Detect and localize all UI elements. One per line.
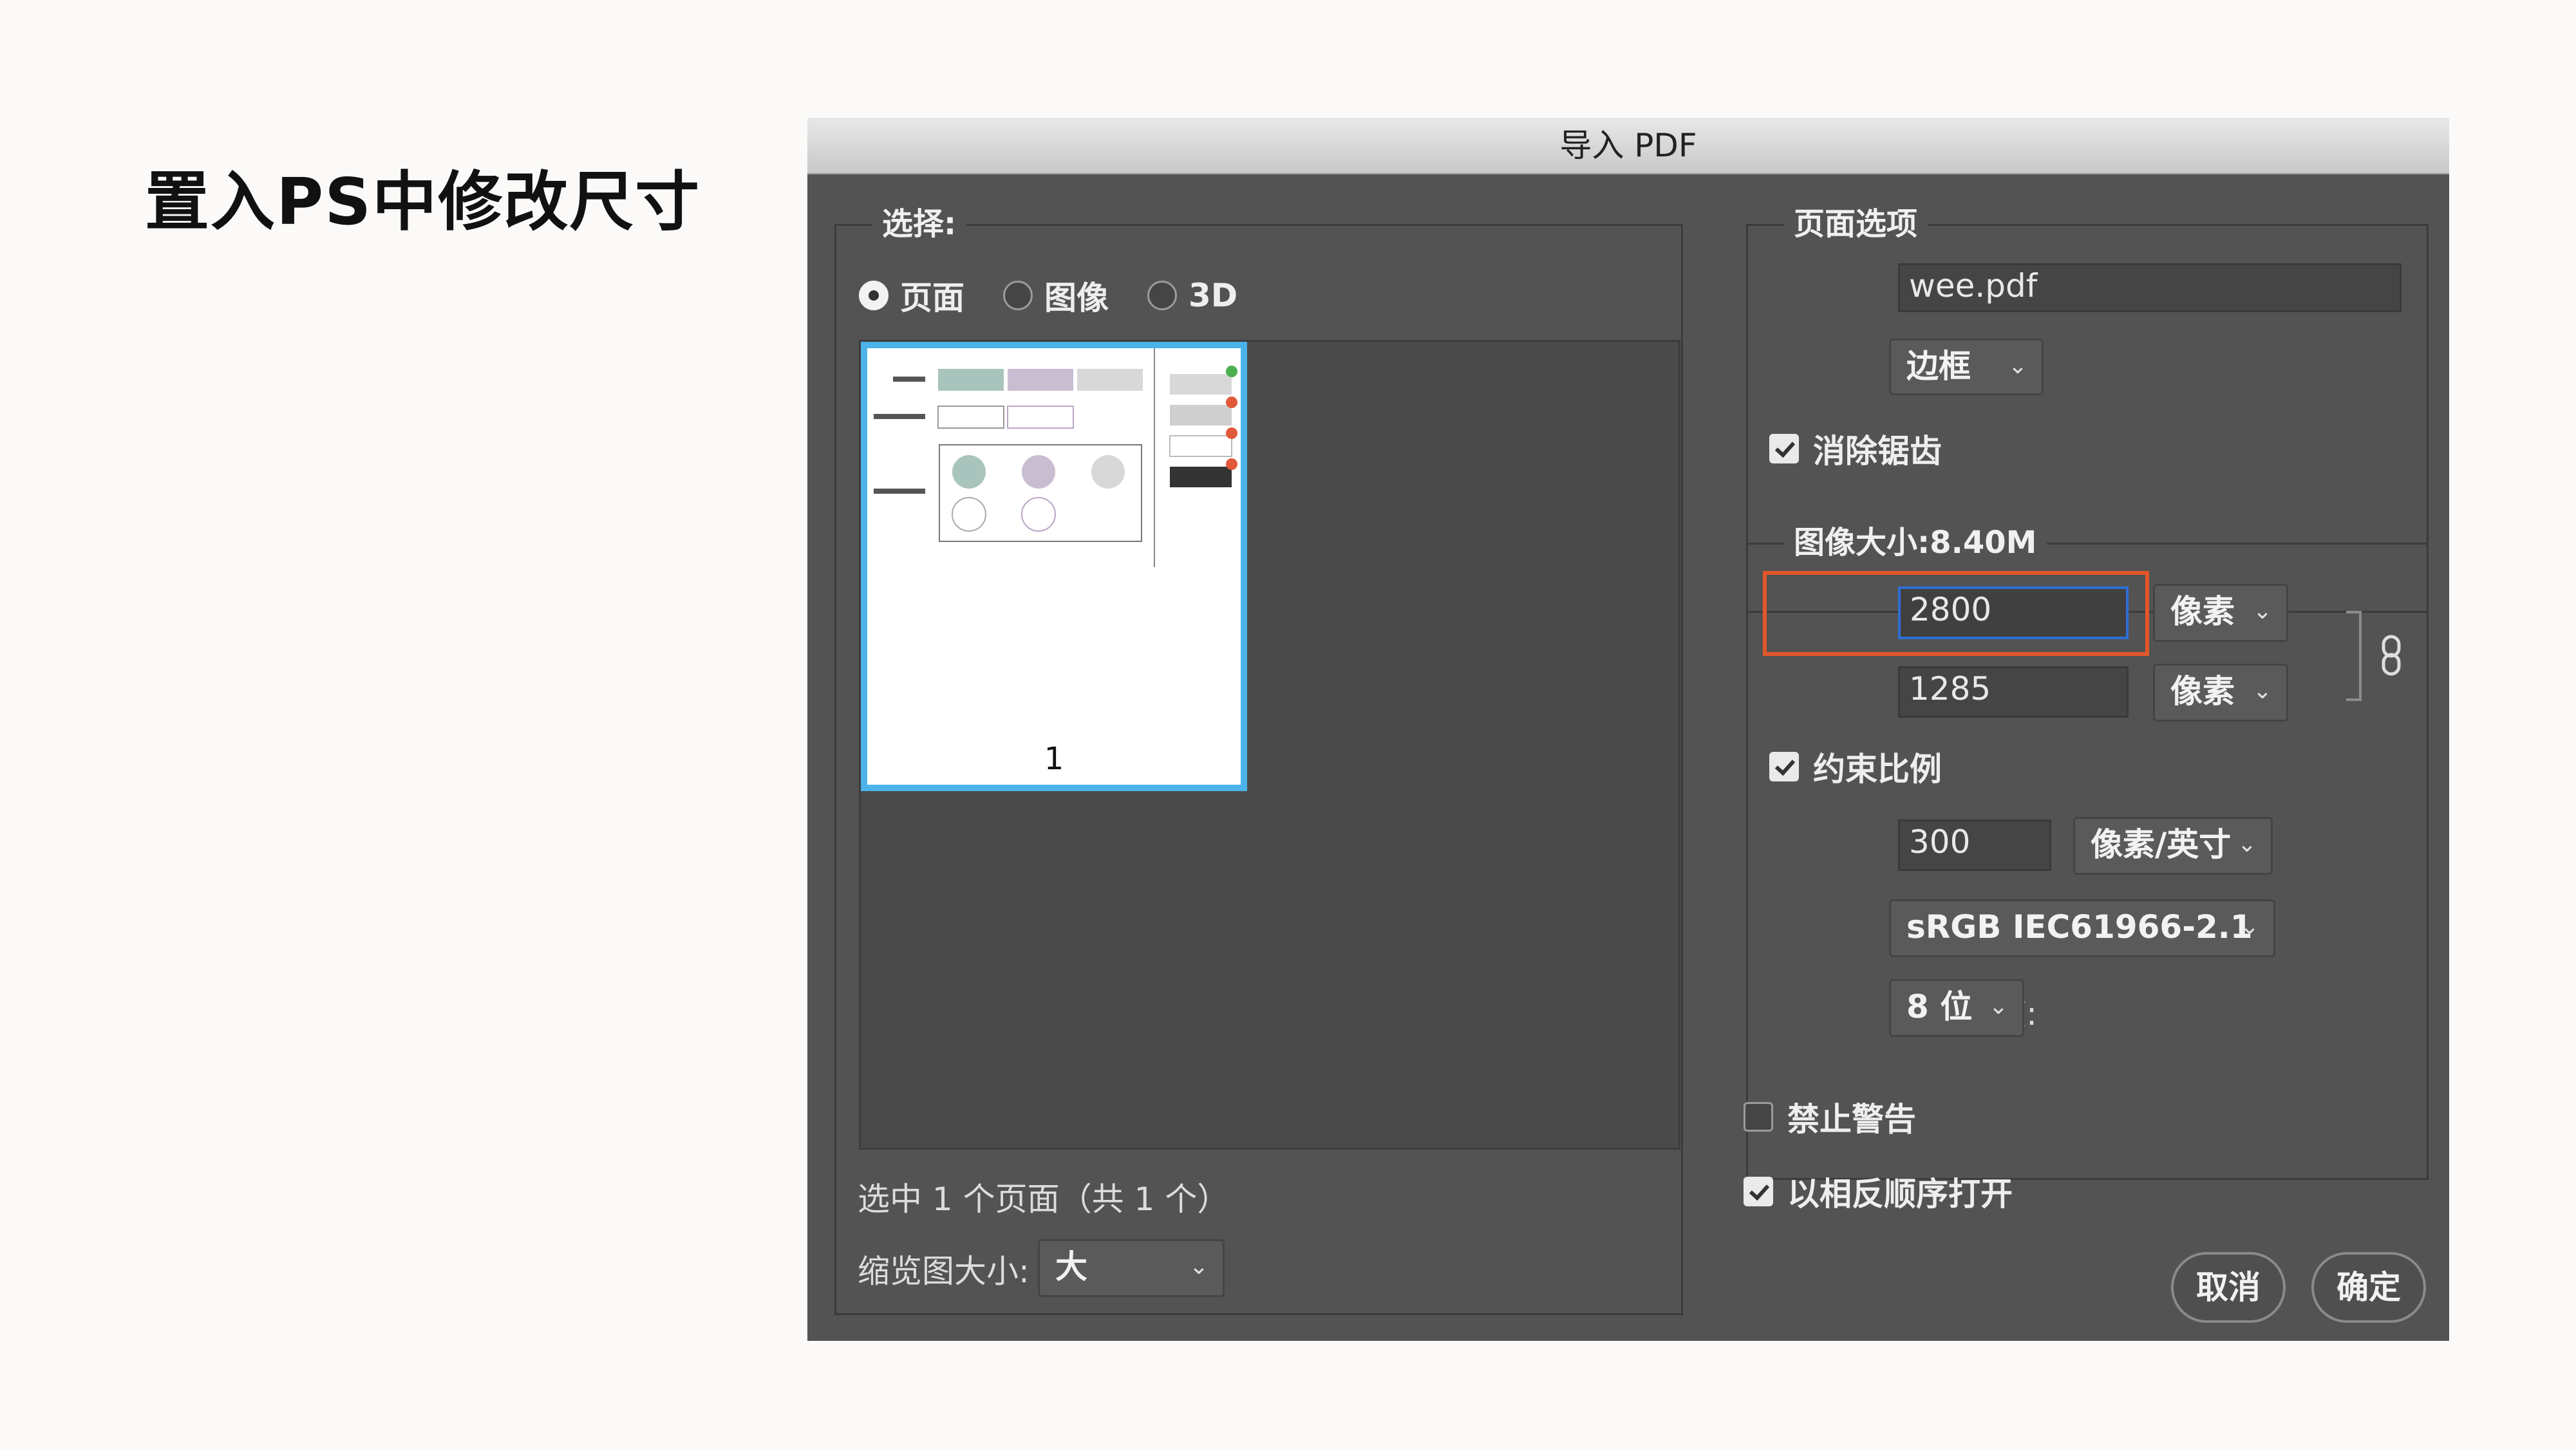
page-options-legend: 页面选项 <box>1783 205 1928 243</box>
thumbnail-page-number: 1 <box>1044 741 1064 777</box>
radio-image[interactable]: 图像 <box>1003 272 1109 319</box>
radio-page[interactable]: 页面 <box>859 272 964 319</box>
cancel-button[interactable]: 取消 <box>2171 1252 2286 1323</box>
chevron-down-icon: ⌄ <box>2007 353 2027 379</box>
suppress-warnings-label: 禁止警告 <box>1787 1101 1916 1138</box>
constrain-link-bracket <box>2346 611 2362 701</box>
radio-3d[interactable]: 3D <box>1147 277 1237 314</box>
reverse-order-row[interactable]: 以相反顺序打开 <box>1744 1168 2013 1215</box>
height-unit-select[interactable]: 像素 ⌄ <box>2153 664 2288 722</box>
resolution-unit-select[interactable]: 像素/英寸 ⌄ <box>2073 817 2273 875</box>
radio-image-label: 图像 <box>1044 279 1109 317</box>
chevron-down-icon: ⌄ <box>2239 913 2259 940</box>
height-unit-value: 像素 <box>2170 673 2235 710</box>
suppress-warnings-row[interactable]: 禁止警告 <box>1744 1094 1916 1140</box>
ok-button[interactable]: 确定 <box>2311 1252 2426 1323</box>
constrain-row[interactable]: 约束比例 <box>1769 743 1942 790</box>
page-thumbnail[interactable]: 1 <box>861 342 1247 791</box>
mode-value: sRGB IEC61966-2.1 <box>1906 908 2253 946</box>
chevron-down-icon: ⌄ <box>2237 831 2257 857</box>
reverse-order-checkbox[interactable] <box>1744 1177 1773 1206</box>
bit-depth-select[interactable]: 8 位 ⌄ <box>1889 979 2024 1037</box>
resolution-unit-value: 像素/英寸 <box>2091 826 2232 863</box>
constrain-label: 约束比例 <box>1813 751 1942 788</box>
width-unit-select[interactable]: 像素 ⌄ <box>2153 584 2288 642</box>
radio-image-indicator[interactable] <box>1003 281 1033 310</box>
select-legend: 选择: <box>872 205 967 243</box>
chevron-down-icon: ⌄ <box>1988 993 2008 1020</box>
image-size-legend: 图像大小:8.40M <box>1783 523 2047 562</box>
reverse-order-label: 以相反顺序打开 <box>1787 1175 2013 1213</box>
width-field[interactable]: 2800 <box>1898 586 2129 639</box>
width-unit-value: 像素 <box>2170 593 2235 630</box>
mode-select[interactable]: sRGB IEC61966-2.1 ⌄ <box>1889 899 2275 957</box>
chevron-down-icon: ⌄ <box>2252 678 2272 704</box>
page-thumbnail-content <box>874 348 1237 567</box>
select-radio-group: 页面 图像 3D <box>859 272 1276 319</box>
height-field[interactable]: 1285 <box>1898 666 2129 718</box>
resolution-field[interactable]: 300 <box>1898 819 2051 871</box>
chevron-down-icon: ⌄ <box>1189 1253 1208 1280</box>
link-icon[interactable] <box>2378 633 2404 678</box>
import-pdf-dialog: 导入 PDF 选择: 页面 图像 3D 1 选中 1 个页面（共 1 个） 缩览… <box>807 118 2449 1341</box>
dialog-title: 导入 PDF <box>807 118 2449 174</box>
constrain-checkbox[interactable] <box>1769 752 1799 781</box>
thumbnail-preview-area: 1 <box>859 340 1680 1150</box>
thumbnail-size-select[interactable]: 大 ⌄ <box>1038 1239 1225 1297</box>
selected-pages-info: 选中 1 个页面（共 1 个） <box>858 1181 1230 1218</box>
radio-page-label: 页面 <box>900 279 964 317</box>
radio-page-indicator[interactable] <box>859 281 888 310</box>
bit-depth-value: 8 位 <box>1906 988 1973 1025</box>
name-field[interactable]: wee.pdf <box>1898 263 2402 312</box>
crop-to-select[interactable]: 边框 ⌄ <box>1889 339 2044 395</box>
slide-title: 置入PS中修改尺寸 <box>145 164 701 239</box>
antialias-checkbox[interactable] <box>1769 434 1799 463</box>
crop-to-value: 边框 <box>1906 348 1971 385</box>
radio-3d-label: 3D <box>1189 277 1238 314</box>
antialias-row[interactable]: 消除锯齿 <box>1769 425 1942 472</box>
thumbnail-size-label: 缩览图大小: <box>858 1253 1029 1290</box>
chevron-down-icon: ⌄ <box>2252 598 2272 624</box>
suppress-warnings-checkbox[interactable] <box>1744 1102 1773 1132</box>
thumbnail-size-value: 大 <box>1055 1248 1087 1285</box>
radio-3d-indicator[interactable] <box>1147 281 1177 310</box>
antialias-label: 消除锯齿 <box>1813 433 1942 470</box>
